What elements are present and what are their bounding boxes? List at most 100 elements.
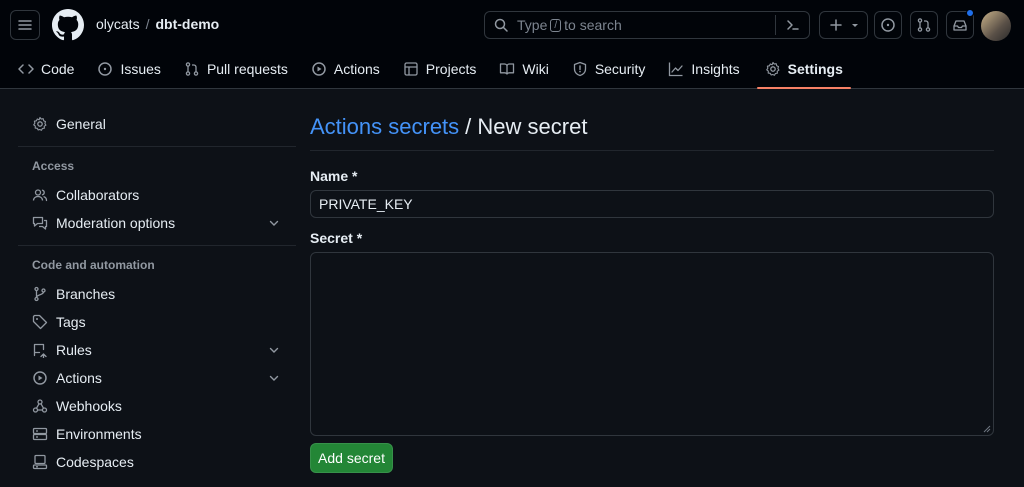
issue-opened-icon [881, 18, 895, 32]
book-icon [500, 62, 515, 75]
sidebar-item-label: Tags [56, 314, 86, 330]
play-icon [33, 371, 47, 385]
active-tab-indicator [756, 87, 851, 89]
sidebar-item-actions[interactable]: Actions [18, 364, 296, 392]
secret-value-field[interactable] [310, 252, 994, 436]
sidebar-item-moderation-options[interactable]: Moderation options [18, 209, 296, 237]
sidebar-item-codespaces[interactable]: Codespaces [18, 448, 296, 476]
people-icon [32, 189, 48, 202]
pull-request-icon [185, 61, 199, 76]
issue-icon [98, 61, 113, 76]
sidebar-item-label: Moderation options [56, 215, 176, 231]
sidebar-item-tags[interactable]: Tags [18, 308, 296, 336]
code-icon [18, 63, 34, 74]
gear-icon [765, 61, 780, 76]
add-secret-button[interactable]: Add secret [310, 443, 393, 473]
divider [18, 146, 296, 147]
create-new-button[interactable] [819, 11, 868, 39]
tab-issues-label: Issues [120, 60, 161, 77]
table-icon [404, 61, 418, 76]
sidebar-item-label: Branches [56, 286, 116, 302]
git-branch-icon [34, 286, 46, 302]
codespaces-icon [32, 454, 48, 470]
actions-secrets-link[interactable]: Actions secrets [310, 114, 459, 140]
tab-projects[interactable]: Projects [388, 52, 485, 85]
sidebar-item-branches[interactable]: Branches [18, 280, 296, 308]
tab-insights-label: Insights [691, 60, 740, 77]
main-content: Actions secrets / New secret Name * PRIV… [310, 110, 994, 473]
owner-link[interactable]: olycats [96, 16, 140, 32]
tab-settings-label: Settings [787, 60, 843, 77]
sidebar-item-rules[interactable]: Rules [18, 336, 296, 364]
tab-security-label: Security [594, 60, 646, 77]
graph-icon [669, 62, 684, 76]
comment-discussion-icon [32, 216, 48, 230]
plus-icon [829, 19, 842, 31]
sidebar-item-webhooks[interactable]: Webhooks [18, 392, 296, 420]
sidebar-group-code-automation: Code and automation [32, 258, 155, 272]
sidebar-item-environments[interactable]: Environments [18, 420, 296, 448]
search-icon [494, 18, 508, 32]
git-pull-request-icon [917, 18, 931, 32]
tab-settings[interactable]: Settings [756, 52, 851, 89]
search-input[interactable]: Type / to search [484, 11, 810, 39]
sidebar-group-access: Access [32, 159, 75, 173]
sidebar-item-label: Webhooks [56, 398, 122, 414]
inbox-icon [953, 20, 967, 31]
page-title: Actions secrets / New secret [310, 110, 994, 151]
global-header: olycats / dbt-demo Type / to search Code… [0, 0, 1024, 89]
tab-actions-label: Actions [333, 60, 380, 77]
secret-label: Secret * [310, 230, 363, 246]
chevron-down-icon [269, 375, 279, 381]
triangle-down-icon [851, 24, 858, 27]
terminal-icon [786, 20, 799, 30]
issues-button[interactable] [874, 11, 902, 39]
tab-insights[interactable]: Insights [653, 52, 747, 85]
shield-icon [573, 61, 586, 76]
search-suffix: to search [564, 17, 622, 33]
tab-projects-label: Projects [425, 60, 477, 77]
repo-nav: Code Issues Pull requests Actions Projec… [0, 52, 851, 89]
menu-button[interactable] [10, 10, 40, 40]
repo-push-icon [33, 343, 47, 358]
sidebar-item-label: Rules [56, 342, 92, 358]
avatar[interactable] [981, 11, 1011, 41]
tab-wiki-label: Wiki [522, 60, 549, 77]
gear-icon [33, 116, 47, 131]
tag-icon [32, 314, 48, 330]
tab-code[interactable]: Code [0, 52, 82, 85]
tab-pull-requests[interactable]: Pull requests [169, 52, 296, 85]
play-icon [312, 61, 326, 76]
sidebar-item-label: General [56, 116, 106, 132]
tab-issues[interactable]: Issues [82, 52, 168, 85]
pull-requests-button[interactable] [910, 11, 938, 39]
page-title-text: / New secret [465, 114, 588, 139]
chevron-down-icon [269, 220, 279, 226]
tab-actions[interactable]: Actions [296, 52, 388, 85]
search-shortcut-key: / [550, 18, 562, 32]
breadcrumb: olycats / dbt-demo [96, 16, 219, 32]
tab-pull-requests-label: Pull requests [206, 60, 288, 77]
sidebar-item-label: Collaborators [56, 187, 140, 203]
secret-name-field[interactable]: PRIVATE_KEY [310, 190, 994, 218]
notification-indicator [966, 9, 974, 17]
path-separator: / [145, 16, 150, 32]
repo-link[interactable]: dbt-demo [155, 16, 219, 32]
tab-wiki[interactable]: Wiki [484, 52, 556, 85]
hamburger-icon [18, 20, 32, 30]
tab-security[interactable]: Security [557, 52, 654, 85]
webhook-icon [32, 399, 48, 413]
sidebar-item-collaborators[interactable]: Collaborators [18, 181, 296, 209]
server-icon [32, 427, 48, 441]
search-prefix: Type [517, 17, 548, 33]
github-logo-icon[interactable] [52, 9, 84, 41]
sidebar-item-label: Actions [56, 370, 102, 386]
resize-handle-icon[interactable] [983, 425, 991, 433]
tab-code-label: Code [41, 60, 75, 77]
chevron-down-icon [269, 347, 279, 353]
secret-name-value: PRIVATE_KEY [319, 196, 413, 212]
sidebar-item-general[interactable]: General [18, 110, 296, 138]
command-palette-button[interactable] [775, 15, 809, 35]
sidebar-item-label: Codespaces [56, 454, 134, 470]
name-label: Name * [310, 168, 358, 184]
